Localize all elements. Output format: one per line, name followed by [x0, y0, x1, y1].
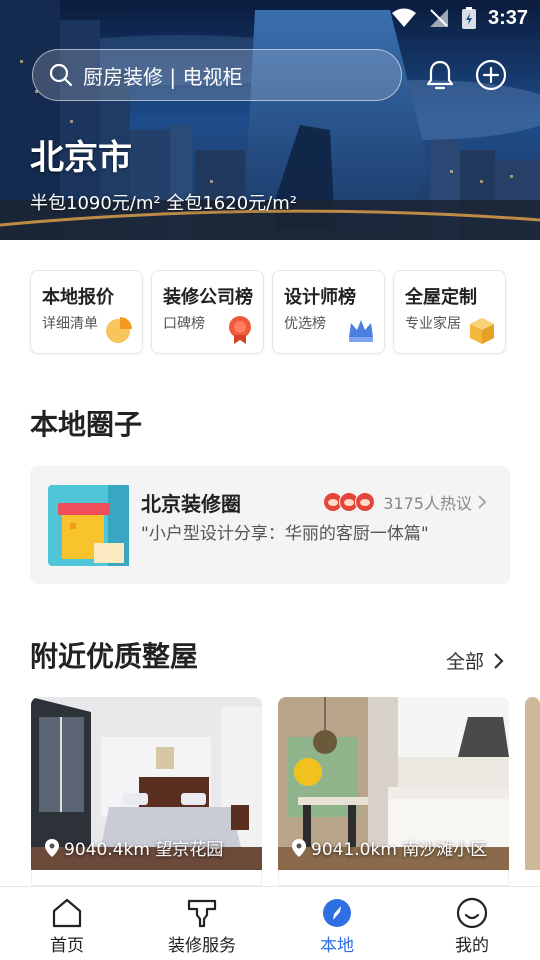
location-pin-icon	[45, 838, 59, 857]
card-title: 设计师榜	[284, 287, 356, 308]
hero-banner: 3:37 厨房装修 | 电视柜 北京市 半包1090元/m² 全包1620元/m…	[0, 0, 540, 240]
circle-thumbnail	[48, 485, 129, 566]
nearby-card-2[interactable]: 9041.0km 南沙滩小区	[278, 697, 509, 870]
circle-section-title: 本地圈子	[30, 408, 143, 441]
card-whole-house-custom[interactable]: 全屋定制 专业家居	[393, 270, 506, 354]
card-designer-ranking[interactable]: 设计师榜 优选榜	[272, 270, 385, 354]
tab-label: 本地	[320, 936, 354, 956]
chevron-right-icon	[494, 652, 504, 669]
card-local-quote[interactable]: 本地报价 详细清单	[30, 270, 143, 354]
status-time: 3:37	[487, 6, 528, 29]
pie-chart-icon	[106, 317, 132, 343]
location-distance: 9040.4km 望京花园	[64, 840, 224, 860]
quick-cards: 本地报价 详细清单 装修公司榜 口碑榜 设计师榜 优选榜 全屋定制 专业家居	[30, 270, 510, 354]
smiley-icon	[456, 897, 488, 929]
bell-icon[interactable]	[423, 58, 457, 92]
price-summary: 半包1090元/m² 全包1620元/m²	[30, 193, 297, 214]
circle-meta: 3175人热议	[323, 490, 488, 514]
search-bar[interactable]: 厨房装修 | 电视柜	[32, 49, 402, 101]
award-ribbon-icon	[229, 316, 251, 344]
card-title: 装修公司榜	[163, 287, 253, 308]
nearby-section-title: 附近优质整屋	[30, 640, 199, 673]
nearby-card-1-footer	[31, 870, 262, 886]
status-bar: 3:37	[391, 0, 540, 36]
tab-label: 首页	[50, 936, 84, 956]
compass-icon	[323, 899, 351, 927]
nearby-card-1[interactable]: 9040.4km 望京花园	[31, 697, 262, 870]
city-name[interactable]: 北京市	[30, 130, 132, 179]
tab-mine[interactable]: 我的	[417, 897, 527, 956]
bottom-tab-bar: 首页 装修服务 本地 我的	[0, 886, 540, 960]
avatar	[355, 492, 376, 512]
nearby-card-3-partial[interactable]	[525, 697, 540, 870]
tab-decoration-service[interactable]: 装修服务	[147, 897, 257, 956]
crown-icon	[349, 320, 373, 342]
location-tag: 9041.0km 南沙滩小区	[292, 835, 487, 860]
avatar-stack	[323, 492, 376, 512]
add-icon[interactable]	[474, 58, 508, 92]
circle-count: 3175人热议	[383, 494, 472, 513]
card-title: 本地报价	[42, 287, 114, 308]
service-icon	[187, 899, 217, 928]
chevron-right-icon	[478, 495, 487, 509]
card-title: 全屋定制	[405, 287, 477, 308]
search-placeholder: 厨房装修 | 电视柜	[83, 64, 243, 89]
tab-local[interactable]: 本地	[282, 897, 392, 956]
location-tag: 9040.4km 望京花园	[45, 835, 223, 860]
search-icon	[49, 63, 73, 87]
location-distance: 9041.0km 南沙滩小区	[311, 840, 488, 860]
view-all-link[interactable]: 全部	[446, 647, 504, 674]
circle-name: 北京装修圈	[141, 492, 241, 516]
cube-icon	[470, 318, 494, 344]
no-signal-icon	[429, 9, 448, 27]
home-icon	[52, 898, 82, 928]
wifi-icon	[391, 8, 416, 27]
card-company-ranking[interactable]: 装修公司榜 口碑榜	[151, 270, 264, 354]
location-pin-icon	[292, 838, 306, 857]
battery-icon	[461, 7, 476, 29]
nearby-card-2-footer	[278, 870, 509, 886]
tab-label: 装修服务	[168, 936, 236, 956]
view-all-label: 全部	[445, 651, 484, 673]
circle-card[interactable]: 北京装修圈 3175人热议 "小户型设计分享：华丽的客厨一体篇"	[30, 466, 510, 584]
tab-label: 我的	[455, 936, 489, 956]
circle-latest-post: "小户型设计分享：华丽的客厨一体篇"	[141, 524, 429, 544]
tab-home[interactable]: 首页	[12, 897, 122, 956]
